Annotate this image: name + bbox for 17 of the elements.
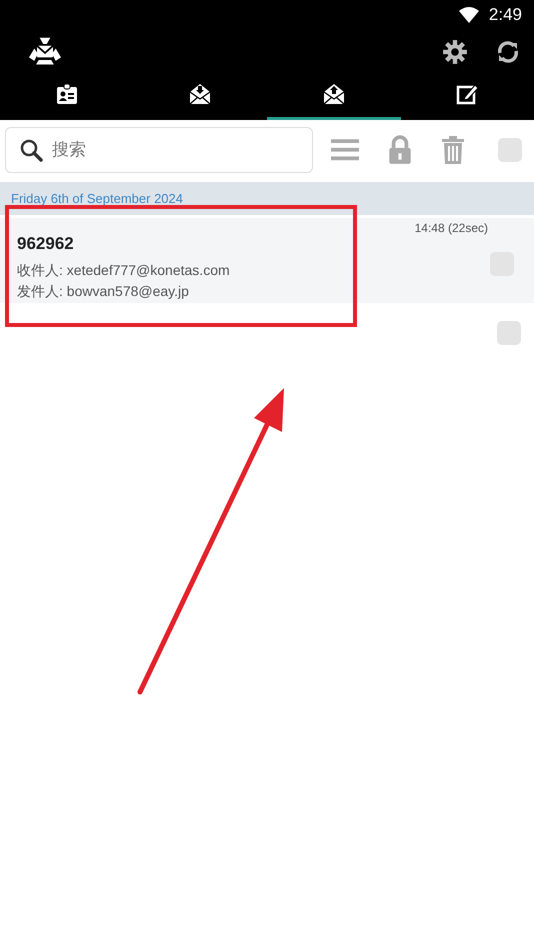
recipient-text: 收件人: xetedef777@konetas.com (17, 261, 231, 280)
message-subject: 962962 (17, 234, 75, 254)
refresh-icon[interactable] (496, 40, 520, 64)
envelope-up-icon (322, 82, 346, 106)
sender-text: 发件人: bowvan578@eay.jp (17, 282, 190, 301)
wifi-icon (458, 7, 479, 23)
search-field[interactable]: 搜索 (5, 127, 313, 173)
search-icon (19, 138, 43, 162)
checkbox[interactable] (497, 321, 521, 345)
message-row[interactable]: 962962 收件人: xetedef777@konetas.com 发件人: bowvan578@eay.jp 14:48 (22sec) (0, 218, 534, 303)
date-header: Friday 6th of September 2024 (11, 191, 183, 206)
message-time: 14:48 (22sec) (414, 221, 488, 235)
settings-icon[interactable] (442, 39, 468, 65)
checkbox[interactable] (498, 138, 522, 162)
envelope-down-icon (188, 82, 212, 106)
status-time: 2:49 (488, 5, 522, 25)
id-card-icon (54, 82, 79, 106)
